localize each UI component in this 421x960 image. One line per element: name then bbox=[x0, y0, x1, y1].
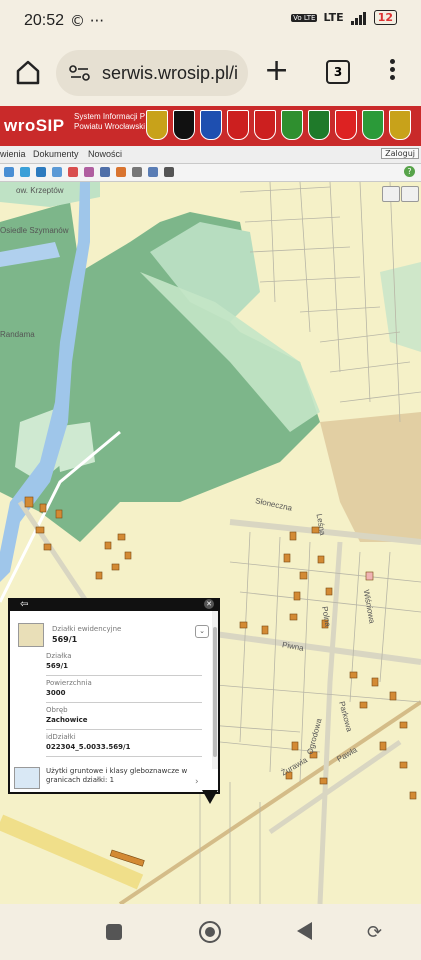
print-icon[interactable] bbox=[132, 167, 142, 177]
pan-icon[interactable] bbox=[20, 167, 30, 177]
back-nav-icon[interactable] bbox=[297, 922, 312, 940]
menu-item-dokumenty[interactable]: Dokumenty bbox=[33, 149, 79, 159]
parcel-info-popup: ⇦ ✕ Działki ewidencyjne 569/1 ⌄ Działka … bbox=[8, 598, 220, 794]
chevron-right-icon[interactable]: › bbox=[195, 777, 199, 787]
popup-header: ⇦ ✕ bbox=[10, 598, 218, 611]
notification-icons: © ··· bbox=[70, 12, 105, 30]
browser-toolbar: serwis.wrosip.pl/i + 3 bbox=[0, 42, 421, 104]
address-bar[interactable]: serwis.wrosip.pl/i bbox=[56, 50, 248, 96]
table-icon[interactable] bbox=[116, 167, 126, 177]
field-green-ne bbox=[380, 262, 421, 352]
wrosip-logo: wroSIP bbox=[4, 116, 65, 135]
crest-icon-7 bbox=[308, 110, 330, 140]
subtitle-line2: Powiatu Wrocławski bbox=[74, 122, 145, 131]
volte-icon: Vo LTE bbox=[291, 13, 318, 22]
popup-scrollbar[interactable] bbox=[212, 611, 218, 769]
link-icon[interactable] bbox=[164, 167, 174, 177]
save-icon[interactable] bbox=[100, 167, 110, 177]
label-szymanow: Osiedle Szymanów bbox=[0, 226, 69, 235]
battery-icon: 12 bbox=[373, 10, 397, 25]
draw-icon[interactable] bbox=[68, 167, 78, 177]
android-nav-bar: ⟳ bbox=[0, 904, 421, 960]
field-value: 3000 bbox=[46, 689, 66, 697]
field-label: Działka bbox=[46, 652, 72, 660]
municipality-crests bbox=[146, 110, 411, 140]
more-menu-icon[interactable] bbox=[386, 56, 398, 88]
app-menu-bar: wienia Dokumenty Nowości Zaloguj bbox=[0, 146, 421, 164]
field-obreb: Obręb Zachowice bbox=[46, 706, 202, 730]
field-value: 569/1 bbox=[46, 662, 69, 670]
crest-icon-3 bbox=[200, 110, 222, 140]
popup-content: Działki ewidencyjne 569/1 ⌄ Działka 569/… bbox=[10, 611, 210, 790]
status-time: 20:52 bbox=[24, 12, 65, 29]
status-bar: 20:52 © ··· Vo LTE LTE 12 bbox=[0, 0, 421, 42]
crest-icon-4 bbox=[227, 110, 249, 140]
recents-icon[interactable] bbox=[106, 924, 122, 940]
crest-icon-8 bbox=[335, 110, 357, 140]
export-icon[interactable] bbox=[148, 167, 158, 177]
measure-icon[interactable] bbox=[84, 167, 94, 177]
home-nav-icon[interactable] bbox=[199, 921, 221, 943]
crest-icon-9 bbox=[362, 110, 384, 140]
comment-icon[interactable] bbox=[382, 186, 400, 202]
home-icon[interactable] bbox=[14, 58, 42, 86]
crest-icon-2 bbox=[173, 110, 195, 140]
popup-pointer bbox=[202, 790, 218, 804]
login-button[interactable]: Zaloguj bbox=[381, 148, 419, 159]
wrosip-header: wroSIP System Informacji P Powiatu Wrocł… bbox=[0, 106, 421, 146]
field-dzialka: Działka 569/1 bbox=[46, 652, 202, 676]
field-value: Zachowice bbox=[46, 716, 88, 724]
rotate-icon[interactable]: ⟳ bbox=[367, 922, 382, 943]
help-icon[interactable]: ? bbox=[404, 166, 415, 177]
land-use-text[interactable]: Użytki gruntowe i klasy gleboznawcze w g… bbox=[46, 767, 206, 785]
crest-icon-6 bbox=[281, 110, 303, 140]
label-krzeptow: ow. Krzeptów bbox=[16, 186, 64, 195]
search-map-icon[interactable] bbox=[401, 186, 419, 202]
header-subtitle: System Informacji P Powiatu Wrocławski bbox=[74, 112, 145, 132]
signal-icon bbox=[350, 11, 366, 25]
map-toolbar: ? bbox=[0, 164, 421, 182]
identify-icon[interactable] bbox=[52, 167, 62, 177]
menu-item-nowosci[interactable]: Nowości bbox=[88, 149, 122, 159]
close-icon[interactable]: ✕ bbox=[204, 599, 214, 609]
crest-icon-10 bbox=[389, 110, 411, 140]
field-iddzialki: idDziałki 022304_5.0033.569/1 bbox=[46, 733, 202, 757]
field-label: Obręb bbox=[46, 706, 68, 714]
status-right: Vo LTE LTE 12 bbox=[291, 10, 397, 25]
parcel-icon bbox=[18, 623, 44, 647]
crest-icon-5 bbox=[254, 110, 276, 140]
popup-title-label: Działki ewidencyjne bbox=[52, 625, 122, 633]
url-text: serwis.wrosip.pl/i bbox=[102, 62, 239, 83]
land-use-icon bbox=[14, 767, 40, 789]
expand-chevron-icon[interactable]: ⌄ bbox=[195, 625, 209, 638]
new-tab-plus-icon[interactable]: + bbox=[264, 56, 289, 86]
site-settings-icon[interactable] bbox=[68, 63, 92, 83]
subtitle-line1: System Informacji P bbox=[74, 112, 146, 121]
popup-title-value: 569/1 bbox=[52, 635, 78, 644]
field-label: idDziałki bbox=[46, 733, 76, 741]
tab-switcher-button[interactable]: 3 bbox=[326, 60, 350, 84]
zoom-window-icon[interactable] bbox=[4, 167, 14, 177]
label-randama: Randama bbox=[0, 330, 35, 339]
layers-icon[interactable] bbox=[36, 167, 46, 177]
menu-item-wienia[interactable]: wienia bbox=[0, 149, 26, 159]
crest-icon-1 bbox=[146, 110, 168, 140]
field-value: 022304_5.0033.569/1 bbox=[46, 743, 131, 751]
field-powierzchnia: Powierzchnia 3000 bbox=[46, 679, 202, 703]
field-label: Powierzchnia bbox=[46, 679, 92, 687]
field-brown bbox=[320, 412, 421, 542]
back-arrow-icon[interactable]: ⇦ bbox=[20, 599, 28, 610]
road-piwna bbox=[199, 629, 421, 665]
network-label: LTE bbox=[323, 11, 344, 24]
